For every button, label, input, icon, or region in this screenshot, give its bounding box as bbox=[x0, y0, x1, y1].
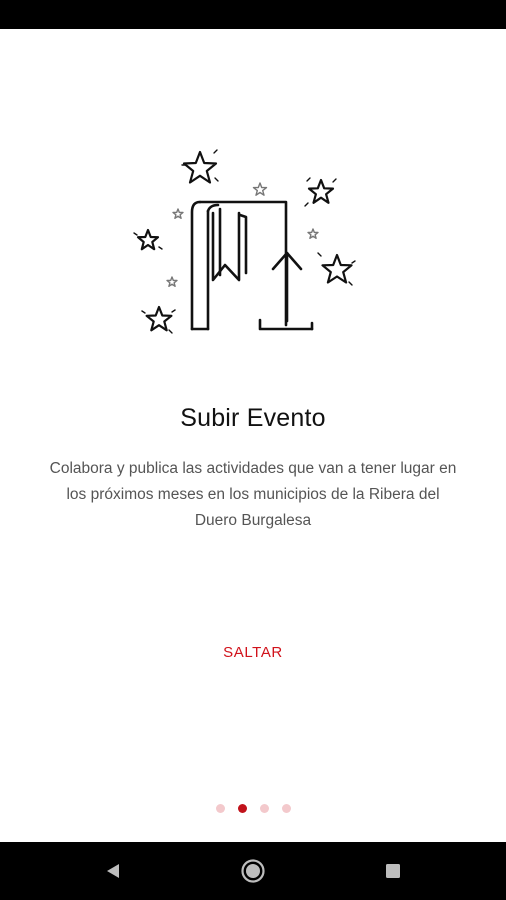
page-indicator bbox=[0, 803, 506, 815]
skip-button[interactable]: SALTAR bbox=[203, 638, 303, 666]
status-bar bbox=[0, 0, 506, 29]
system-navigation-bar bbox=[0, 842, 506, 900]
recents-square-icon[interactable] bbox=[377, 855, 409, 887]
onboarding-description: Colabora y publica las actividades que v… bbox=[49, 460, 457, 529]
home-circle-icon[interactable] bbox=[237, 855, 269, 887]
book-upload-with-stars-icon bbox=[133, 149, 356, 334]
page-dot-1[interactable] bbox=[215, 804, 225, 813]
onboarding-title: Subir Evento bbox=[180, 404, 326, 432]
page-dot-3[interactable] bbox=[259, 804, 269, 813]
back-triangle-icon[interactable] bbox=[97, 855, 129, 887]
page-dot-4[interactable] bbox=[281, 804, 291, 813]
page-dot-2-active[interactable] bbox=[237, 804, 247, 813]
